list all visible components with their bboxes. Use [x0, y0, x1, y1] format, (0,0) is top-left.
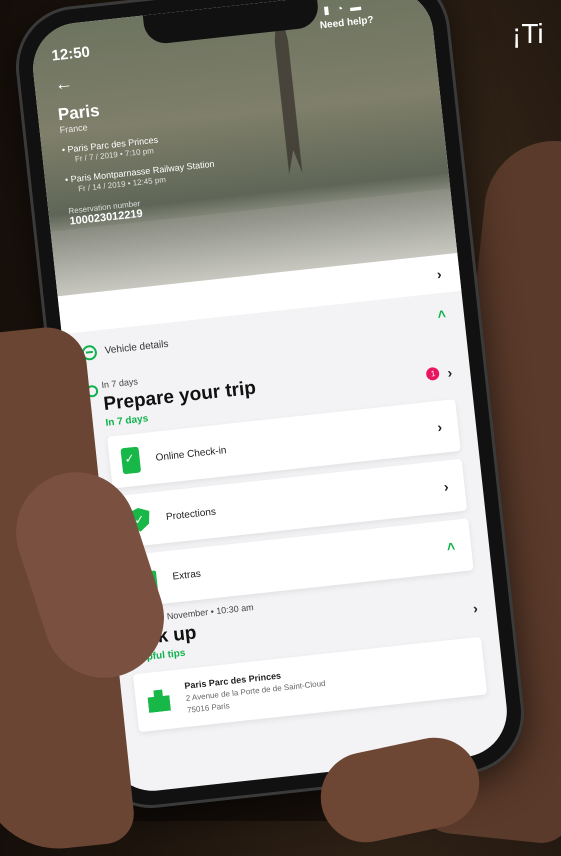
trip-header: 12:50 ← Paris France • Paris Parc des Pr…: [51, 31, 220, 228]
phone-check-icon: [120, 446, 142, 475]
vehicle-details-label: Vehicle details: [104, 338, 169, 357]
chevron-right-icon: ›: [436, 418, 443, 436]
chevron-right-icon: ›: [446, 363, 453, 381]
chevron-right-icon: ›: [442, 478, 450, 495]
task-online-checkin-label: Online Check-in: [120, 437, 227, 475]
eiffel-tower-image: [244, 17, 335, 223]
online-checkin-label: Online Check-in: [155, 444, 227, 464]
banner-text: ¡Ti: [512, 18, 544, 49]
chevron-right-icon: ›: [472, 599, 479, 616]
task-protections-label: ✓ Protections: [127, 500, 217, 533]
chevron-up-icon: ˄: [445, 537, 456, 555]
vehicle-details-header: Vehicle details: [81, 336, 169, 361]
chevron-right-icon: ›: [435, 265, 443, 283]
extras-label: Extras: [171, 568, 202, 583]
pickup-address: Paris Parc des Princes 2 Avenue de la Po…: [184, 666, 327, 715]
notification-badge: 1: [425, 366, 441, 381]
back-arrow-icon[interactable]: ←: [54, 58, 206, 95]
chevron-up-icon: ˄: [436, 305, 447, 323]
protections-label: Protections: [165, 506, 217, 523]
building-icon: [147, 689, 171, 713]
prepare-actions: 1 ›: [425, 363, 453, 383]
return-location: • Paris Montparnasse Railway Station Fr …: [64, 158, 216, 194]
pickup-location: • Paris Parc des Princes Fr / 7 / 2019 •…: [61, 134, 159, 164]
